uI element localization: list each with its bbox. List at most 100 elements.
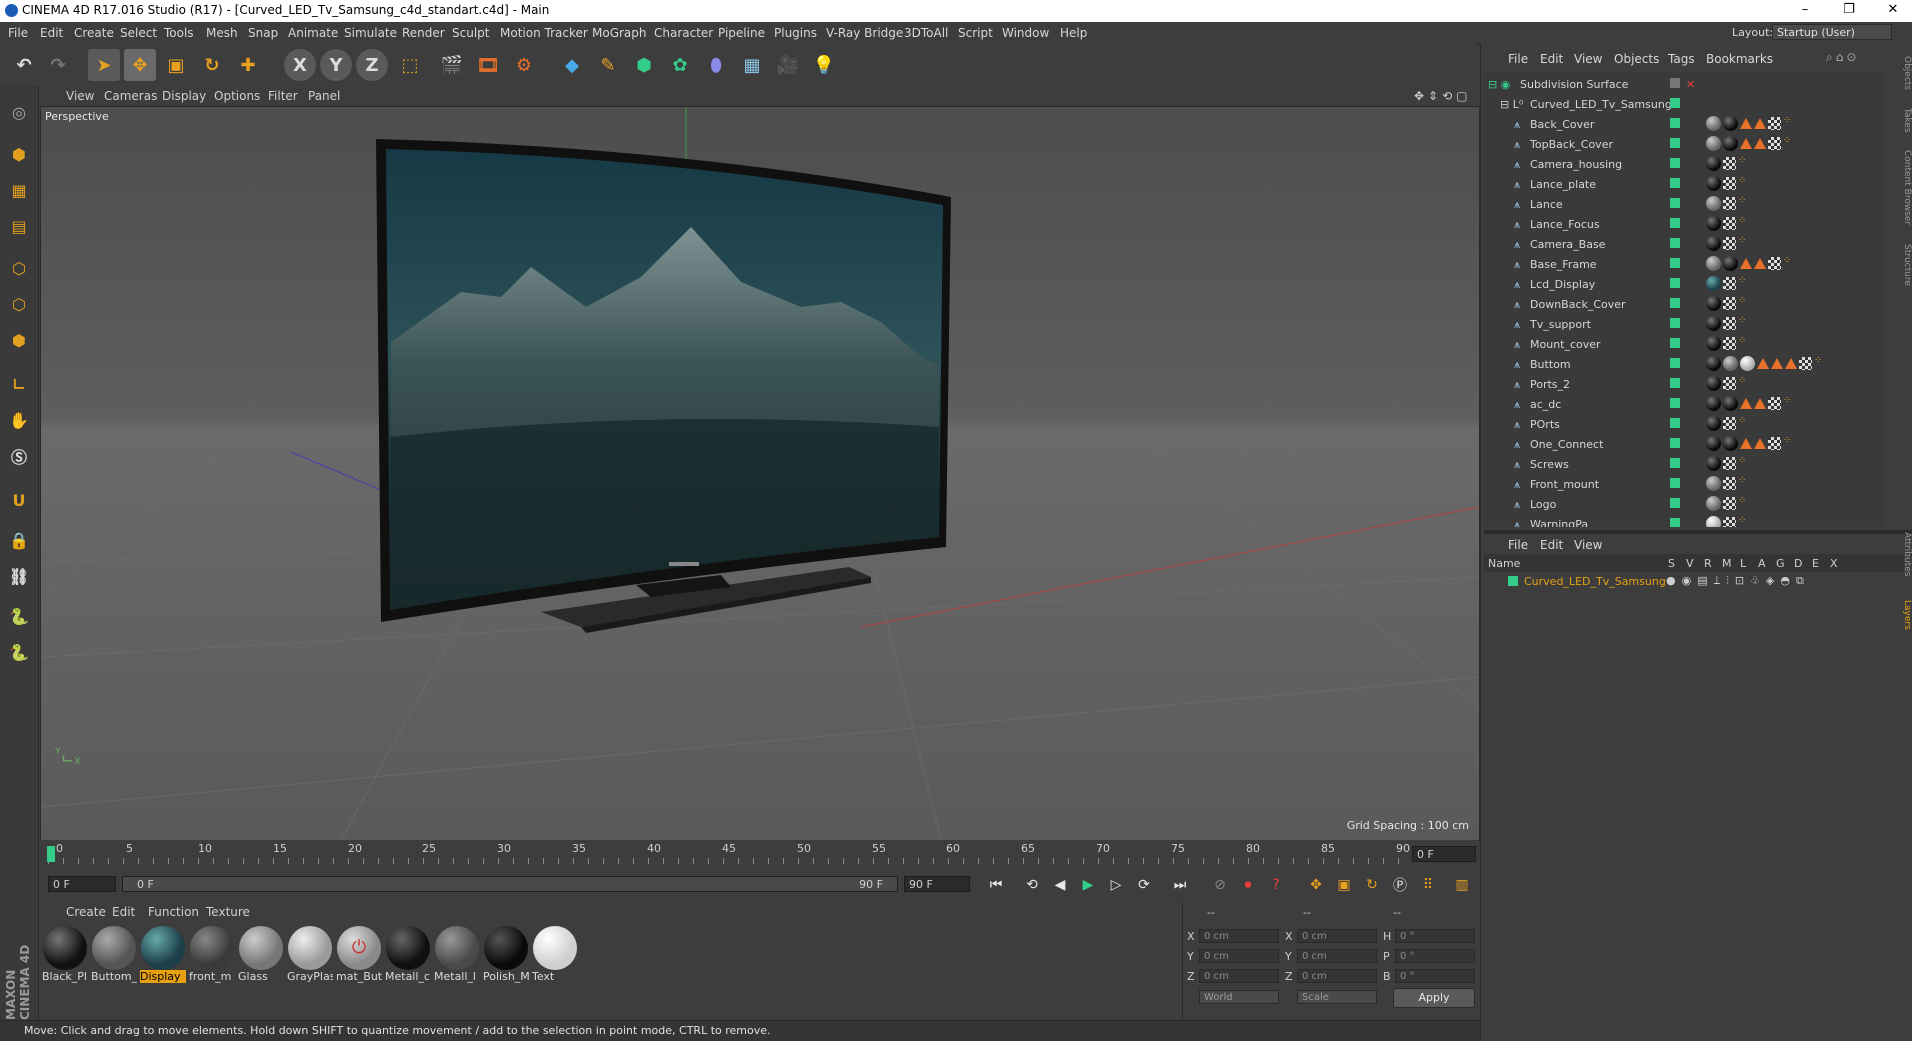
- material-swatch[interactable]: Buttom_: [91, 926, 137, 986]
- menu-vray-bridge[interactable]: V-Ray Bridge: [826, 26, 903, 40]
- material-tag-icon[interactable]: [1723, 116, 1738, 131]
- light-icon[interactable]: 💡: [808, 49, 840, 81]
- tree-row-object[interactable]: ⩚ Lance ⁘: [1484, 194, 1884, 214]
- apply-button[interactable]: Apply: [1393, 988, 1475, 1008]
- selection-tag-icon[interactable]: ⁘: [1783, 116, 1797, 130]
- material-tag-icon[interactable]: [1723, 256, 1738, 271]
- timeline-playhead[interactable]: [47, 846, 55, 862]
- object-manager-search-icon[interactable]: ⌕⌂⊙: [1826, 50, 1859, 65]
- phong-tag-icon[interactable]: [1754, 398, 1766, 409]
- material-tag-icon[interactable]: [1706, 176, 1721, 191]
- tree-row-object[interactable]: ⩚ WarningPa ⁘: [1484, 514, 1884, 527]
- material-tag-icon[interactable]: [1706, 516, 1721, 527]
- tree-row-object[interactable]: ⩚ Logo ⁘: [1484, 494, 1884, 514]
- material-swatch[interactable]: Metall_l: [434, 926, 480, 986]
- material-tag-icon[interactable]: [1706, 316, 1721, 331]
- side-tab-objects[interactable]: Objects: [1898, 56, 1912, 90]
- key-rotation-icon[interactable]: ↻: [1360, 874, 1384, 896]
- selection-tag-icon[interactable]: ⁘: [1738, 316, 1752, 330]
- selection-tag-icon[interactable]: ⁘: [1738, 176, 1752, 190]
- material-tag-icon[interactable]: [1740, 356, 1755, 371]
- end-frame-field[interactable]: 90 F: [904, 876, 970, 892]
- python-icon[interactable]: 🐍: [3, 600, 35, 632]
- tree-row-object[interactable]: ⩚ POrts ⁘: [1484, 414, 1884, 434]
- selection-tag-icon[interactable]: ⁘: [1738, 216, 1752, 230]
- menu-mesh[interactable]: Mesh: [206, 26, 238, 40]
- material-menu-create[interactable]: Create: [66, 905, 106, 919]
- menu-edit[interactable]: Edit: [40, 26, 63, 40]
- undo-icon[interactable]: ↶: [8, 49, 40, 81]
- key-scale-icon[interactable]: ▣: [1332, 874, 1356, 896]
- lock-workplane-icon[interactable]: 🔒: [3, 524, 35, 556]
- record-active-icon[interactable]: ⏺: [1236, 874, 1260, 896]
- size-y-field[interactable]: 0 cm: [1297, 949, 1377, 963]
- go-to-start-icon[interactable]: ⏮: [984, 874, 1008, 896]
- redo-icon[interactable]: ↷: [42, 49, 74, 81]
- scale-icon[interactable]: ▣: [160, 49, 192, 81]
- uvw-tag-icon[interactable]: [1723, 217, 1736, 230]
- material-tag-icon[interactable]: [1706, 196, 1721, 211]
- phong-tag-icon[interactable]: [1740, 438, 1752, 449]
- layer-flags-icons[interactable]: ●◉▤⟘⫶⊡♧◈◓⧉: [1666, 574, 1810, 588]
- object-menu-edit[interactable]: Edit: [1540, 52, 1563, 66]
- viewport-nav-icons[interactable]: ✥⇕⟲▢: [1414, 89, 1472, 103]
- material-swatch[interactable]: front_m: [189, 926, 235, 986]
- autokey-icon[interactable]: ?: [1264, 874, 1288, 896]
- tree-row-object[interactable]: ⩚ Screws ⁘: [1484, 454, 1884, 474]
- uvw-tag-icon[interactable]: [1723, 297, 1736, 310]
- render-view-icon[interactable]: 🎬: [436, 49, 468, 81]
- visibility-toggle[interactable]: [1670, 138, 1680, 148]
- phong-tag-icon[interactable]: [1754, 258, 1766, 269]
- material-tag-icon[interactable]: [1706, 296, 1721, 311]
- uvw-tag-icon[interactable]: [1723, 477, 1736, 490]
- menu-select[interactable]: Select: [120, 26, 157, 40]
- phong-tag-icon[interactable]: [1740, 398, 1752, 409]
- viewport-perspective[interactable]: Perspective Grid Spacing : 100 cm Y ┗━ X: [40, 106, 1480, 841]
- selection-tag-icon[interactable]: ⁘: [1738, 156, 1752, 170]
- python-console-icon[interactable]: 🐍: [3, 636, 35, 668]
- selection-tag-icon[interactable]: ⁘: [1783, 396, 1797, 410]
- material-tag-icon[interactable]: [1706, 216, 1721, 231]
- viewport-menu-panel[interactable]: Panel: [308, 89, 340, 103]
- selection-tag-icon[interactable]: ⁘: [1738, 516, 1752, 527]
- visibility-toggle[interactable]: [1670, 78, 1680, 88]
- side-tab-takes[interactable]: Takes: [1898, 108, 1912, 133]
- tree-row-object[interactable]: ⩚ TopBack_Cover ⁘: [1484, 134, 1884, 154]
- tree-row-object[interactable]: ⩚ Mount_cover ⁘: [1484, 334, 1884, 354]
- uvw-tag-icon[interactable]: [1768, 397, 1781, 410]
- deformer-icon[interactable]: ⬮: [700, 49, 732, 81]
- tree-row-object[interactable]: ⩚ One_Connect ⁘: [1484, 434, 1884, 454]
- size-x-field[interactable]: 0 cm: [1297, 929, 1377, 943]
- model-mode-icon[interactable]: ⬢: [3, 138, 35, 170]
- uvw-tag-icon[interactable]: [1768, 257, 1781, 270]
- visibility-toggle[interactable]: [1670, 338, 1680, 348]
- timeline-window-icon[interactable]: ▥: [1450, 874, 1474, 896]
- rotation-b-field[interactable]: 0 °: [1395, 969, 1475, 983]
- uvw-tag-icon[interactable]: [1768, 117, 1781, 130]
- material-tag-icon[interactable]: [1706, 256, 1721, 271]
- pen-icon[interactable]: ✎: [592, 49, 624, 81]
- phong-tag-icon[interactable]: [1757, 358, 1769, 369]
- uvw-tag-icon[interactable]: [1723, 377, 1736, 390]
- visibility-toggle[interactable]: [1670, 218, 1680, 228]
- material-tag-icon[interactable]: [1723, 136, 1738, 151]
- material-tag-icon[interactable]: [1706, 336, 1721, 351]
- uvw-tag-icon[interactable]: [1799, 357, 1812, 370]
- material-tag-icon[interactable]: [1706, 376, 1721, 391]
- restore-button[interactable]: ❐: [1834, 2, 1864, 17]
- polygons-mode-icon[interactable]: ⬢: [3, 324, 35, 356]
- material-menu-function[interactable]: Function: [148, 905, 199, 919]
- material-tag-icon[interactable]: [1706, 456, 1721, 471]
- live-selection-icon[interactable]: ➤: [88, 49, 120, 81]
- visibility-toggle[interactable]: [1670, 378, 1680, 388]
- phong-tag-icon[interactable]: [1740, 258, 1752, 269]
- visibility-toggle[interactable]: [1670, 258, 1680, 268]
- go-to-previous-key-icon[interactable]: ⟲: [1020, 874, 1044, 896]
- snap-icon[interactable]: Ⓢ: [3, 440, 35, 472]
- material-tag-icon[interactable]: [1706, 476, 1721, 491]
- keyframe-selection-icon[interactable]: ⊘: [1208, 874, 1232, 896]
- play-icon[interactable]: ▶: [1076, 874, 1100, 896]
- uvw-tag-icon[interactable]: [1723, 197, 1736, 210]
- object-menu-bookmarks[interactable]: Bookmarks: [1706, 52, 1773, 66]
- x-axis-button[interactable]: X: [284, 49, 316, 81]
